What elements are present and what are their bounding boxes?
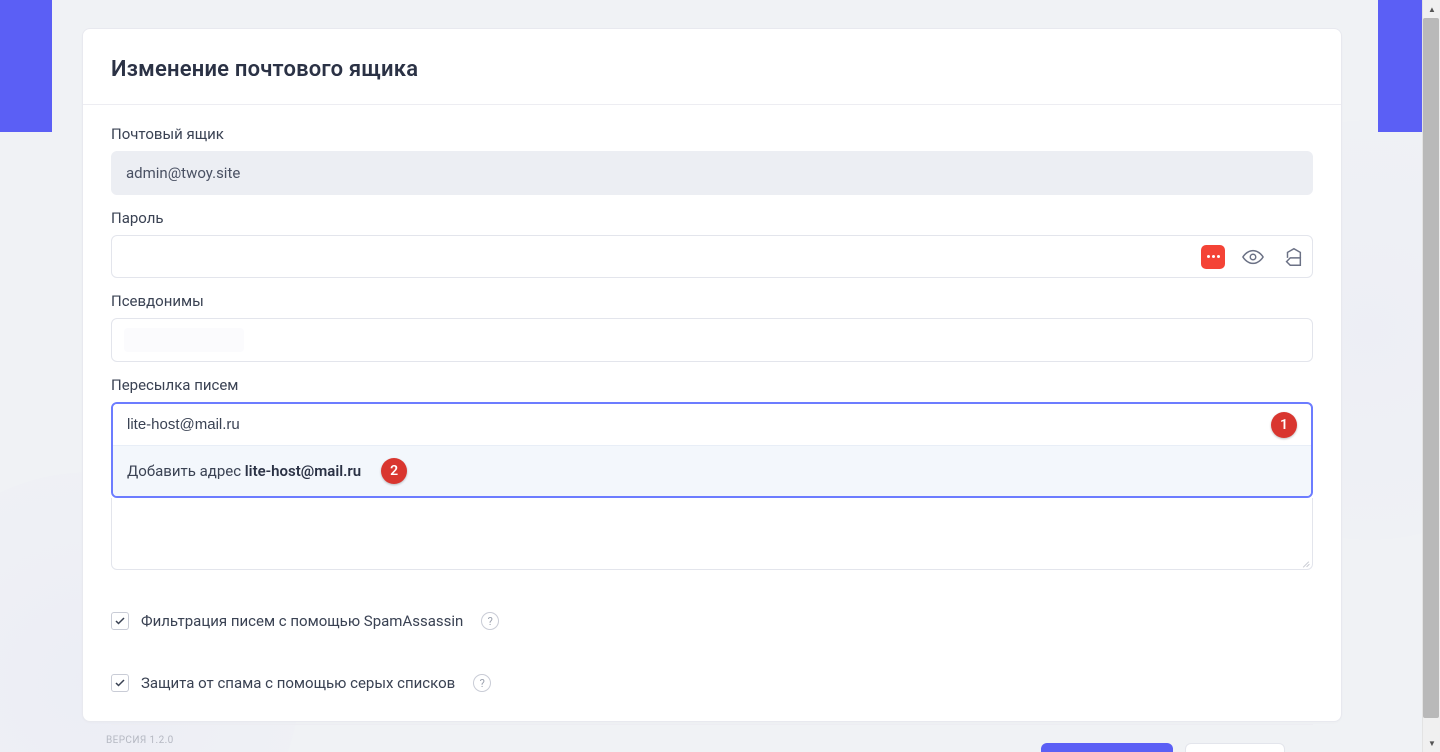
greylist-checkbox[interactable] <box>111 674 129 692</box>
annotation-badge-1: 1 <box>1271 412 1297 438</box>
mailbox-value: admin@twoy.site <box>111 151 1313 195</box>
generate-password-icon[interactable] <box>1201 245 1225 269</box>
card-header: Изменение почтового ящика <box>83 29 1341 105</box>
greylist-label: Защита от спама с помощью серых списков <box>141 674 455 692</box>
help-icon[interactable]: ? <box>481 612 499 630</box>
options-group: Фильтрация писем с помощью SpamAssassin … <box>111 600 1313 725</box>
forward-combobox: 1 Добавить адрес lite-host@mail.ru 2 <box>111 402 1313 498</box>
resize-handle-icon[interactable] <box>1299 556 1311 568</box>
aliases-label: Псевдонимы <box>111 292 1313 310</box>
password-input[interactable] <box>111 235 1313 278</box>
right-accent-bar <box>1378 0 1422 132</box>
field-forward: Пересылка писем 1 Добавить адрес lite-ho… <box>111 376 1313 570</box>
forward-suggest-value: lite-host@mail.ru <box>245 462 361 480</box>
forward-input[interactable] <box>113 404 1261 445</box>
forward-label: Пересылка писем <box>111 376 1313 394</box>
page-title: Изменение почтового ящика <box>111 57 1313 82</box>
scroll-down-icon[interactable]: ▼ <box>1423 734 1440 752</box>
field-aliases: Псевдонимы <box>111 292 1313 362</box>
field-mailbox: Почтовый ящик admin@twoy.site <box>111 125 1313 195</box>
scrollbar-track[interactable]: ▲ ▼ <box>1422 0 1440 752</box>
submit-button[interactable]: Продолжить <box>1041 743 1173 752</box>
annotation-badge-2: 2 <box>381 458 407 484</box>
help-icon[interactable]: ? <box>473 674 491 692</box>
field-password: Пароль <box>111 209 1313 278</box>
modal-card: Изменение почтового ящика Почтовый ящик … <box>82 28 1342 722</box>
option-greylist: Защита от спама с помощью серых списков … <box>111 662 1313 704</box>
aliases-input[interactable] <box>111 318 1313 362</box>
option-spamassassin: Фильтрация писем с помощью SpamAssassin … <box>111 600 1313 642</box>
spamassassin-checkbox[interactable] <box>111 612 129 630</box>
show-password-icon[interactable] <box>1241 245 1265 269</box>
scroll-up-icon[interactable]: ▲ <box>1423 0 1440 18</box>
scrollbar-thumb[interactable] <box>1423 18 1439 718</box>
clipboard-tag-icon[interactable] <box>1281 245 1305 269</box>
forward-suggest-item[interactable]: Добавить адрес lite-host@mail.ru 2 <box>113 445 1311 496</box>
alias-chip-blurred <box>124 328 244 352</box>
forward-list-area[interactable] <box>111 498 1313 570</box>
card-footer: Продолжить Отмена <box>111 725 1313 752</box>
spamassassin-label: Фильтрация писем с помощью SpamAssassin <box>141 612 463 630</box>
left-accent-bar <box>0 0 52 132</box>
card-body: Почтовый ящик admin@twoy.site Пароль <box>83 105 1341 752</box>
cancel-button[interactable]: Отмена <box>1185 743 1285 752</box>
mailbox-label: Почтовый ящик <box>111 125 1313 143</box>
password-icon-group <box>1201 245 1305 269</box>
version-label: ВЕРСИЯ 1.2.0 <box>106 735 174 746</box>
forward-suggest-prefix: Добавить адрес <box>127 462 245 480</box>
password-label: Пароль <box>111 209 1313 227</box>
